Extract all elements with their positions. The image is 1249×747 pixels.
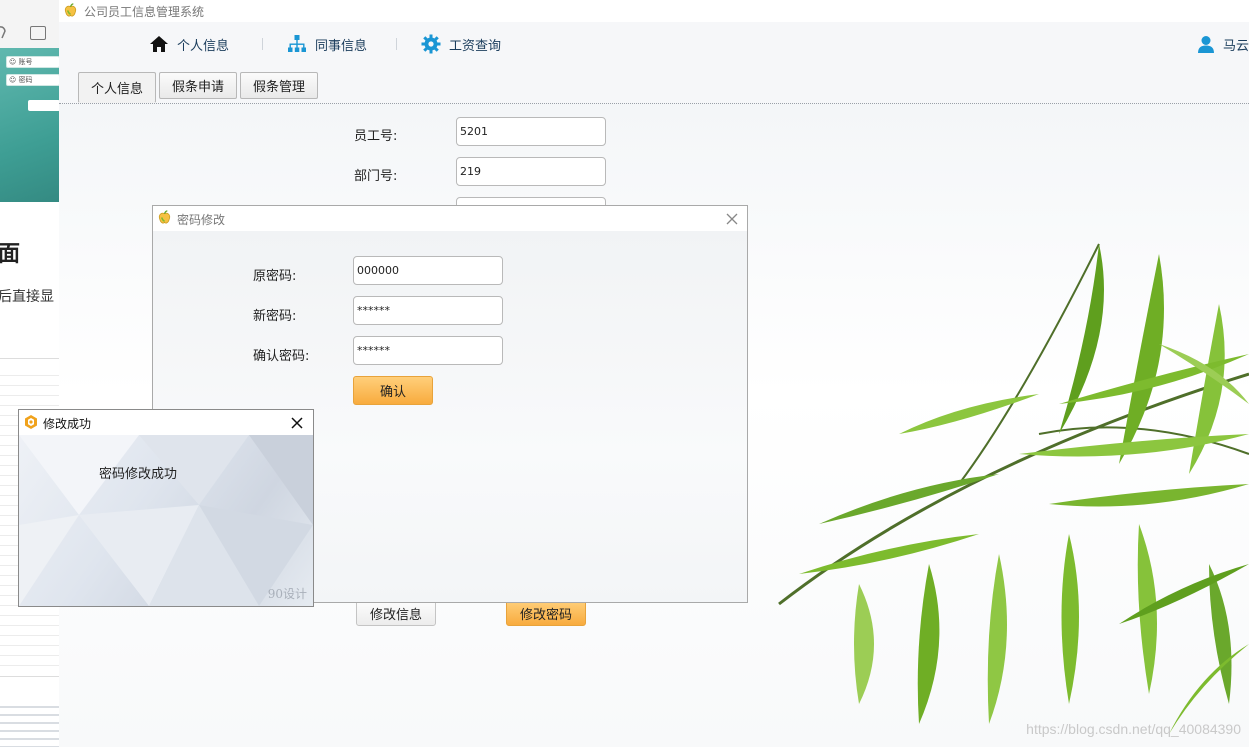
user-menu[interactable]: 马云 xyxy=(1197,32,1249,56)
new-password-field[interactable]: ****** xyxy=(353,296,503,325)
background-login-button xyxy=(28,100,59,111)
background-window: ☺ 账号 ☺ 密码 面 后直接显 xyxy=(0,0,60,747)
nav-separator xyxy=(396,38,397,50)
tab-personal-info[interactable]: 个人信息 xyxy=(78,72,156,103)
success-dialog-titlebar: 修改成功 xyxy=(19,410,313,435)
success-dialog-title: 修改成功 xyxy=(43,417,92,431)
new-password-label: 新密码: xyxy=(253,309,297,324)
bamboo-leaves xyxy=(799,244,1249,734)
edit-info-button-label: 修改信息 xyxy=(369,607,422,623)
nav-salary-query[interactable]: 工资查询 xyxy=(421,32,501,56)
close-icon[interactable] xyxy=(290,416,304,430)
brand-text: 90设计 xyxy=(267,587,307,601)
nav-separator xyxy=(262,38,263,50)
background-toolbar xyxy=(0,0,59,48)
confirm-button-label: 确认 xyxy=(379,385,406,400)
user-icon xyxy=(1197,36,1214,53)
background-account-field: ☺ 账号 xyxy=(6,56,59,68)
success-dialog-body: 密码修改成功 90设计 xyxy=(19,435,313,606)
background-account-label: 账号 xyxy=(18,58,33,66)
watermark: https://blog.csdn.net/qq_40084390 xyxy=(1026,721,1241,737)
image-icon xyxy=(30,26,46,40)
tab-leave-management[interactable]: 假条管理 xyxy=(240,72,318,99)
gear-icon xyxy=(421,34,441,54)
nav-personal-info[interactable]: 个人信息 xyxy=(149,32,229,56)
change-password-button[interactable]: 修改密码 xyxy=(506,600,586,626)
confirm-password-field[interactable]: ****** xyxy=(353,336,503,365)
nav-colleague-info[interactable]: 同事信息 xyxy=(287,32,367,56)
background-divider xyxy=(0,358,59,359)
department-id-label: 部门号: xyxy=(354,169,398,184)
nav-salary-query-label: 工资查询 xyxy=(449,38,502,54)
nav-personal-info-label: 个人信息 xyxy=(177,38,230,54)
old-password-field[interactable]: 000000 xyxy=(353,256,503,285)
home-icon xyxy=(150,36,168,52)
password-dialog-titlebar: 密码修改 xyxy=(153,206,747,231)
background-stripes xyxy=(0,700,59,747)
tab-leave-management-label: 假条管理 xyxy=(252,80,305,95)
polygon-background xyxy=(19,435,313,606)
confirm-password-label: 确认密码: xyxy=(253,349,310,364)
background-subtext: 后直接显 xyxy=(0,289,54,305)
password-dialog-title: 密码修改 xyxy=(177,213,226,227)
tab-leave-request-label: 假条申请 xyxy=(171,80,224,95)
nav-bar: 个人信息 同事信息 工资查询 马云 xyxy=(59,22,1249,68)
user-name: 马云 xyxy=(1222,38,1249,54)
success-dialog: 修改成功 密码修改成功 90设计 xyxy=(18,409,314,607)
apple-app-icon xyxy=(158,210,171,224)
department-id-field[interactable]: 219 xyxy=(456,157,606,186)
change-password-button-label: 修改密码 xyxy=(519,607,572,623)
background-password-field: ☺ 密码 xyxy=(6,74,59,86)
hexagon-logo-icon xyxy=(25,415,37,429)
title-bar: 公司员工信息管理系统 xyxy=(59,0,1249,22)
background-heading: 面 xyxy=(0,242,21,267)
edit-info-button[interactable]: 修改信息 xyxy=(356,600,436,626)
old-password-label: 原密码: xyxy=(253,269,297,284)
confirm-button[interactable]: 确认 xyxy=(353,376,433,405)
success-message: 密码修改成功 xyxy=(99,467,178,482)
window-title: 公司员工信息管理系统 xyxy=(84,5,205,19)
employee-id-field[interactable]: 5201 xyxy=(456,117,606,146)
tab-leave-request[interactable]: 假条申请 xyxy=(159,72,237,99)
employee-id-label: 员工号: xyxy=(354,129,398,144)
apple-app-icon xyxy=(64,3,77,17)
nav-colleague-info-label: 同事信息 xyxy=(315,38,368,54)
background-password-label: 密码 xyxy=(18,76,33,84)
close-icon[interactable] xyxy=(725,212,739,226)
pin-icon xyxy=(0,26,6,39)
org-chart-icon xyxy=(288,35,306,52)
tab-personal-info-label: 个人信息 xyxy=(90,82,143,97)
background-divider xyxy=(0,676,59,677)
tab-bar: 个人信息 假条申请 假条管理 xyxy=(59,68,1249,104)
bamboo-branch xyxy=(778,243,1249,606)
